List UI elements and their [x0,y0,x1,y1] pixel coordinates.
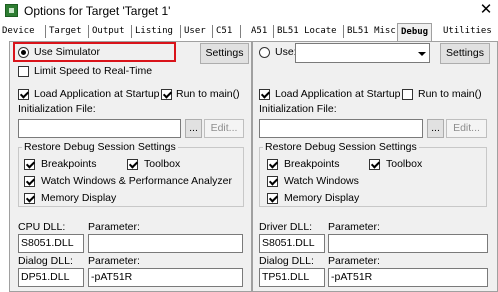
use-simulator-label: Use Simulator [34,46,100,58]
run-to-main-checkbox[interactable] [161,89,172,100]
app-icon [5,4,18,17]
tab-separator [88,25,89,38]
driver-select[interactable] [295,43,430,63]
load-app-checkbox[interactable] [18,89,29,100]
right-dialog-param-label: Parameter: [328,255,380,267]
driver-dll-label: Driver DLL: [259,221,313,233]
tab-utilities[interactable]: Utilities [443,23,492,41]
right-toolbox-label: Toolbox [386,158,423,170]
init-file-input[interactable] [18,119,181,138]
tab-separator [212,25,213,38]
right-run-to-main-label: Run to main() [418,88,482,100]
dialog-param-label: Parameter: [88,255,140,267]
breakpoints-checkbox[interactable] [24,159,35,170]
right-memory-display-label: Memory Display [284,192,360,204]
right-init-file-label: Initialization File: [259,103,337,115]
tab-separator [240,25,241,38]
right-run-to-main-checkbox[interactable] [402,89,413,100]
dialog-dll-label: Dialog DLL: [18,255,73,267]
cpu-dll-input[interactable]: S8051.DLL [18,234,84,253]
restore-session-label: Restore Debug Session Settings [22,141,178,153]
load-app-label: Load Application at Startup [34,88,160,100]
right-init-file-browse-button[interactable]: ... [427,119,444,138]
toolbox-checkbox[interactable] [127,159,138,170]
init-file-edit-button[interactable]: Edit... [204,119,244,138]
init-file-label: Initialization File: [18,103,96,115]
right-watch-windows-checkbox[interactable] [267,176,278,187]
run-to-main-label: Run to main() [176,88,240,100]
tab-target[interactable]: Target [49,23,82,41]
right-breakpoints-label: Breakpoints [284,158,340,170]
dialog-dll-input[interactable]: DP51.DLL [18,268,84,287]
right-restore-session-label: Restore Debug Session Settings [263,141,419,153]
right-dialog-param-input[interactable]: -pAT51R [328,268,488,287]
driver-param-label: Parameter: [328,221,380,233]
tab-separator [180,25,181,38]
right-breakpoints-checkbox[interactable] [267,159,278,170]
right-load-app-label: Load Application at Startup [275,88,401,100]
chevron-down-icon [418,52,426,56]
init-file-browse-button[interactable]: ... [185,119,202,138]
tab-debug[interactable]: Debug [397,23,433,41]
limit-speed-checkbox[interactable] [18,66,29,77]
dialog-param-input[interactable]: -pAT51R [88,268,243,287]
right-toolbox-checkbox[interactable] [369,159,380,170]
use-driver-radio[interactable] [259,47,270,58]
simulator-settings-button[interactable]: Settings [200,43,249,64]
tab-output[interactable]: Output [92,23,125,41]
tab-bl51-locate[interactable]: BL51 Locate [277,23,337,41]
tab-bar: Device Target Output Listing User C51 A5… [0,23,498,41]
right-dialog-dll-input[interactable]: TP51.DLL [259,268,325,287]
tab-separator [273,25,274,38]
breakpoints-label: Breakpoints [41,158,97,170]
tab-user[interactable]: User [184,23,206,41]
tab-device[interactable]: Device [2,23,35,41]
right-watch-windows-label: Watch Windows [284,175,359,187]
toolbox-label: Toolbox [144,158,181,170]
driver-dll-input[interactable]: S8051.DLL [259,234,325,253]
window-title: Options for Target 'Target 1' [24,4,171,18]
watch-windows-checkbox[interactable] [24,176,35,187]
close-icon[interactable]: ✕ [476,1,496,19]
tab-listing[interactable]: Listing [135,23,173,41]
tab-separator [45,25,46,38]
right-memory-display-checkbox[interactable] [267,193,278,204]
memory-display-checkbox[interactable] [24,193,35,204]
cpu-param-label: Parameter: [88,221,140,233]
memory-display-label: Memory Display [41,192,117,204]
tab-separator [343,25,344,38]
tab-c51[interactable]: C51 [216,23,232,41]
cpu-dll-label: CPU DLL: [18,221,66,233]
driver-param-input[interactable] [328,234,488,253]
cpu-param-input[interactable] [88,234,243,253]
tab-a51[interactable]: A51 [251,23,267,41]
right-init-file-input[interactable] [259,119,423,138]
use-simulator-radio[interactable] [18,47,29,58]
right-init-file-edit-button[interactable]: Edit... [446,119,487,138]
right-load-app-checkbox[interactable] [259,89,270,100]
use-driver-label: Use: [275,46,297,58]
tab-separator [131,25,132,38]
right-dialog-dll-label: Dialog DLL: [259,255,314,267]
driver-settings-button[interactable]: Settings [440,43,490,64]
watch-windows-label: Watch Windows & Performance Analyzer [41,175,233,187]
limit-speed-label: Limit Speed to Real-Time [34,65,153,77]
tab-bl51-misc[interactable]: BL51 Misc [347,23,396,41]
